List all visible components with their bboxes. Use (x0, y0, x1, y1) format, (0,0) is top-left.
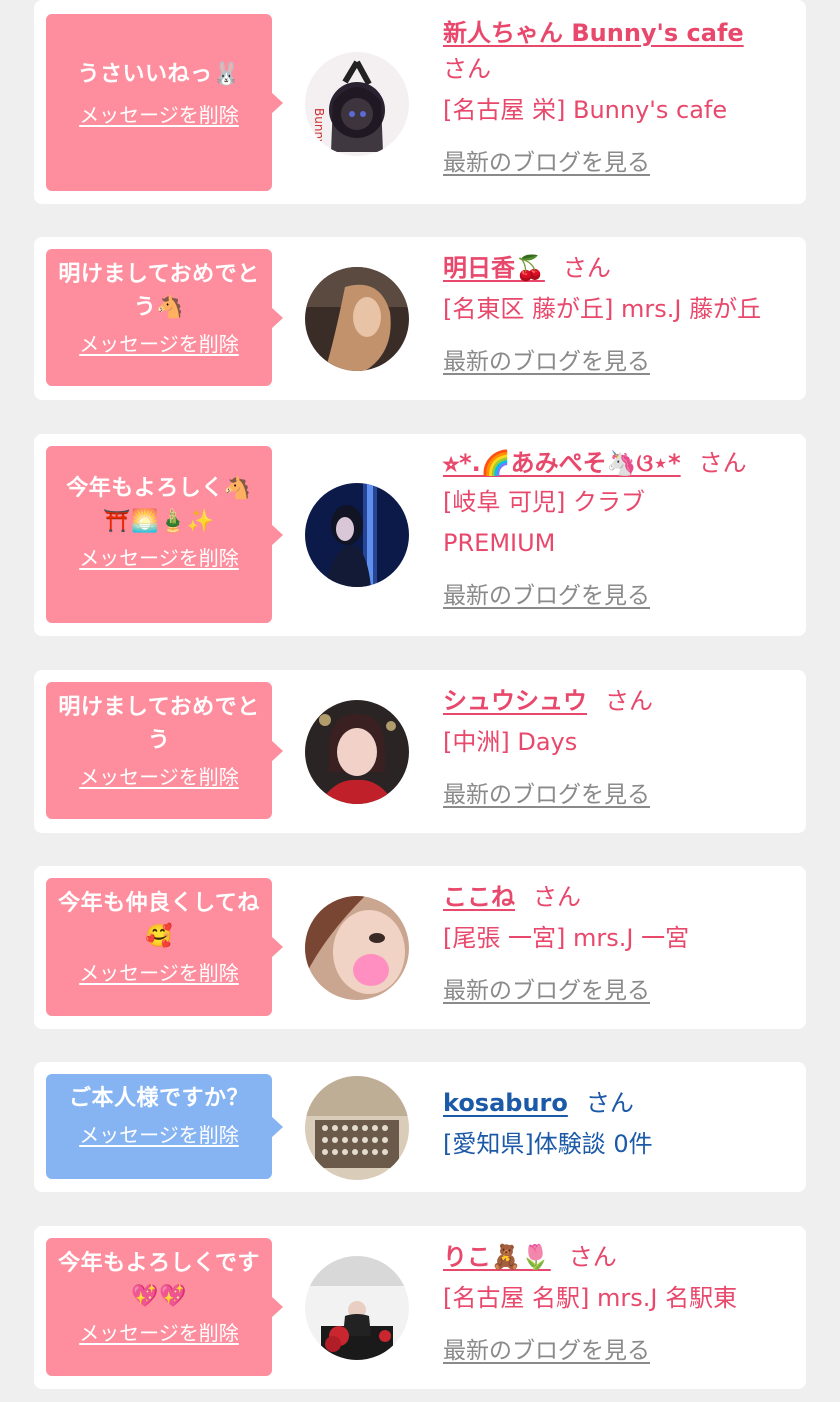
message-bubble: うさいいねっ🐰 メッセージを削除 (46, 14, 283, 191)
avatar[interactable] (305, 267, 409, 371)
message-text: 今年もよろしくです💖💖 (58, 1251, 260, 1309)
name-suffix: さん (562, 254, 611, 282)
message-text: 明けましておめでとう🐴 (58, 262, 260, 320)
latest-blog-link[interactable]: 最新のブログを見る (443, 1331, 650, 1365)
message-bubble: 今年もよろしく🐴⛩️🌅🎍✨ メッセージを削除 (46, 446, 283, 623)
cast-info: シュウシュウ さん [中洲] Days 最新のブログを見る (443, 684, 796, 809)
delete-message-link[interactable]: メッセージを削除 (79, 957, 239, 986)
delete-message-link[interactable]: メッセージを削除 (79, 99, 239, 128)
name-suffix: さん (443, 55, 491, 83)
message-bubble: ご本人様ですか？ メッセージを削除 (46, 1074, 283, 1179)
delete-message-link[interactable]: メッセージを削除 (79, 1119, 239, 1148)
latest-blog-link[interactable]: 最新のブログを見る (443, 971, 650, 1005)
name-suffix: さん (533, 883, 581, 911)
message-card: ご本人様ですか？ メッセージを削除 kosaburo さん [愛知県]体験談 0件 (34, 1062, 806, 1192)
message-card: 明けましておめでとう メッセージを削除 シュウシュウ さん [中洲] Days 最… (34, 670, 806, 833)
message-text: 今年もよろしく🐴⛩️🌅🎍✨ (66, 476, 252, 534)
cast-info: ⭐︎*.🌈あみぺそ🦄ଓ⋆* さん [岐阜 可児] クラブPREMIUM 最新のブロ… (443, 446, 796, 610)
shop-name: [名古屋 名駅] mrs.J 名駅東 (443, 1284, 738, 1312)
message-bubble: 今年も仲良くしてね🥰 メッセージを削除 (46, 878, 283, 1016)
message-text: ご本人様ですか？ (68, 1086, 249, 1111)
cast-info: kosaburo さん [愛知県]体験談 0件 (443, 1086, 796, 1165)
cast-name-link[interactable]: ここね (443, 883, 515, 911)
avatar[interactable] (305, 1076, 409, 1180)
avatar[interactable] (305, 1256, 409, 1360)
svg-text:Bunny: Bunny (312, 108, 326, 146)
message-bubble: 明けましておめでとう🐴 メッセージを削除 (46, 249, 283, 386)
avatar[interactable] (305, 896, 409, 1000)
message-card: 明けましておめでとう🐴 メッセージを削除 明日香🍒 さん [名東区 藤が丘] mr… (34, 237, 806, 400)
latest-blog-link[interactable]: 最新のブログを見る (443, 143, 650, 177)
name-suffix: さん (698, 449, 747, 477)
shop-name: [岐阜 可児] クラブPREMIUM (443, 488, 645, 557)
cast-name-link[interactable]: ⭐︎*.🌈あみぺそ🦄ଓ⋆* (443, 449, 681, 477)
delete-message-link[interactable]: メッセージを削除 (79, 328, 239, 357)
message-bubble: 今年もよろしくです💖💖 メッセージを削除 (46, 1238, 283, 1376)
message-text: 今年も仲良くしてね🥰 (58, 891, 260, 949)
message-card: うさいいねっ🐰 メッセージを削除 Bunny 新人ちゃん Bunny's caf… (34, 0, 806, 204)
cast-info: 明日香🍒 さん [名東区 藤が丘] mrs.J 藤が丘 最新のブログを見る (443, 251, 796, 376)
avatar[interactable] (305, 483, 409, 587)
cast-info: ここね さん [尾張 一宮] mrs.J 一宮 最新のブログを見る (443, 880, 796, 1005)
shop-name: [名古屋 栄] Bunny's cafe (443, 96, 728, 124)
name-suffix: さん (585, 1089, 634, 1117)
message-list: うさいいねっ🐰 メッセージを削除 Bunny 新人ちゃん Bunny's caf… (0, 0, 840, 1402)
delete-message-link[interactable]: メッセージを削除 (79, 761, 239, 790)
cast-info: りこ🧸🌷 さん [名古屋 名駅] mrs.J 名駅東 最新のブログを見る (443, 1240, 796, 1365)
shop-name: [中洲] Days (443, 728, 578, 756)
cast-name-link[interactable]: kosaburo (443, 1089, 568, 1117)
latest-blog-link[interactable]: 最新のブログを見る (443, 576, 650, 610)
message-bubble: 明けましておめでとう メッセージを削除 (46, 682, 283, 819)
avatar[interactable]: Bunny (305, 52, 409, 156)
message-card: 今年もよろしくです💖💖 メッセージを削除 りこ🧸🌷 さん [名古屋 名駅] mrs… (34, 1226, 806, 1389)
shop-name: [尾張 一宮] mrs.J 一宮 (443, 924, 690, 952)
latest-blog-link[interactable]: 最新のブログを見る (443, 342, 650, 376)
message-card: 今年も仲良くしてね🥰 メッセージを削除 ここね さん [尾張 一宮] mrs.J … (34, 866, 806, 1029)
cast-name-link[interactable]: シュウシュウ (443, 687, 587, 715)
cast-name-link[interactable]: 明日香🍒 (443, 254, 545, 282)
avatar[interactable] (305, 700, 409, 804)
delete-message-link[interactable]: メッセージを削除 (79, 542, 239, 571)
name-suffix: さん (605, 687, 653, 715)
delete-message-link[interactable]: メッセージを削除 (79, 1317, 239, 1346)
message-card: 今年もよろしく🐴⛩️🌅🎍✨ メッセージを削除 ⭐︎*.🌈あみぺそ🦄ଓ⋆* さん [… (34, 434, 806, 636)
latest-blog-link[interactable]: 最新のブログを見る (443, 775, 650, 809)
cast-name-link[interactable]: りこ🧸🌷 (443, 1243, 551, 1271)
message-text: うさいいねっ🐰 (77, 62, 241, 87)
message-text: 明けましておめでとう (58, 695, 260, 753)
cast-name-link[interactable]: 新人ちゃん Bunny's cafe (443, 19, 744, 47)
name-suffix: さん (568, 1243, 617, 1271)
shop-name: [名東区 藤が丘] mrs.J 藤が丘 (443, 295, 762, 323)
shop-name: [愛知県]体験談 0件 (443, 1130, 653, 1158)
cast-info: 新人ちゃん Bunny's cafe さん [名古屋 栄] Bunny's ca… (443, 16, 796, 177)
